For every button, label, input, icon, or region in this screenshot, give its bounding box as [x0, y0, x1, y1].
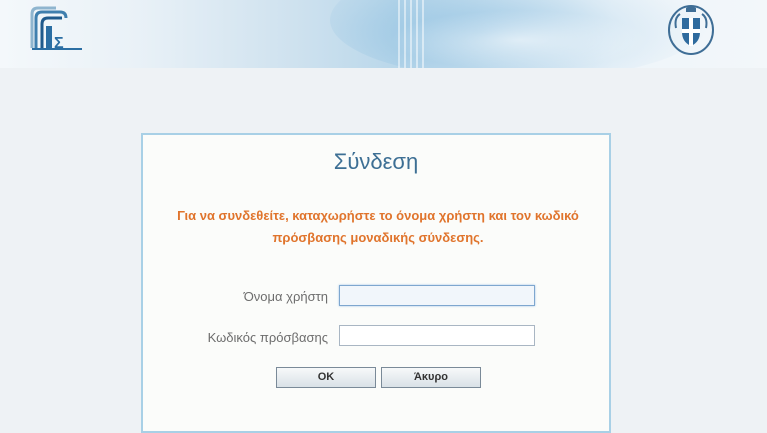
greek-coat-of-arms-icon: [668, 5, 714, 55]
username-input[interactable]: [339, 285, 535, 306]
gsis-logo-icon: Σ: [30, 6, 82, 52]
login-instruction: Για να συνδεθείτε, καταχωρήστε το όνομα …: [177, 208, 579, 245]
password-input[interactable]: [339, 325, 535, 346]
header-banner: Σ: [0, 0, 767, 68]
cancel-button[interactable]: Άκυρο: [381, 367, 481, 388]
password-label: Κωδικός πρόσβασης: [207, 330, 328, 345]
ok-button[interactable]: OK: [276, 367, 376, 388]
login-panel: Σύνδεση Για να συνδεθείτε, καταχωρήστε τ…: [141, 133, 611, 433]
login-title: Σύνδεση: [333, 149, 419, 174]
username-label: Όνομα χρήστη: [243, 289, 328, 304]
